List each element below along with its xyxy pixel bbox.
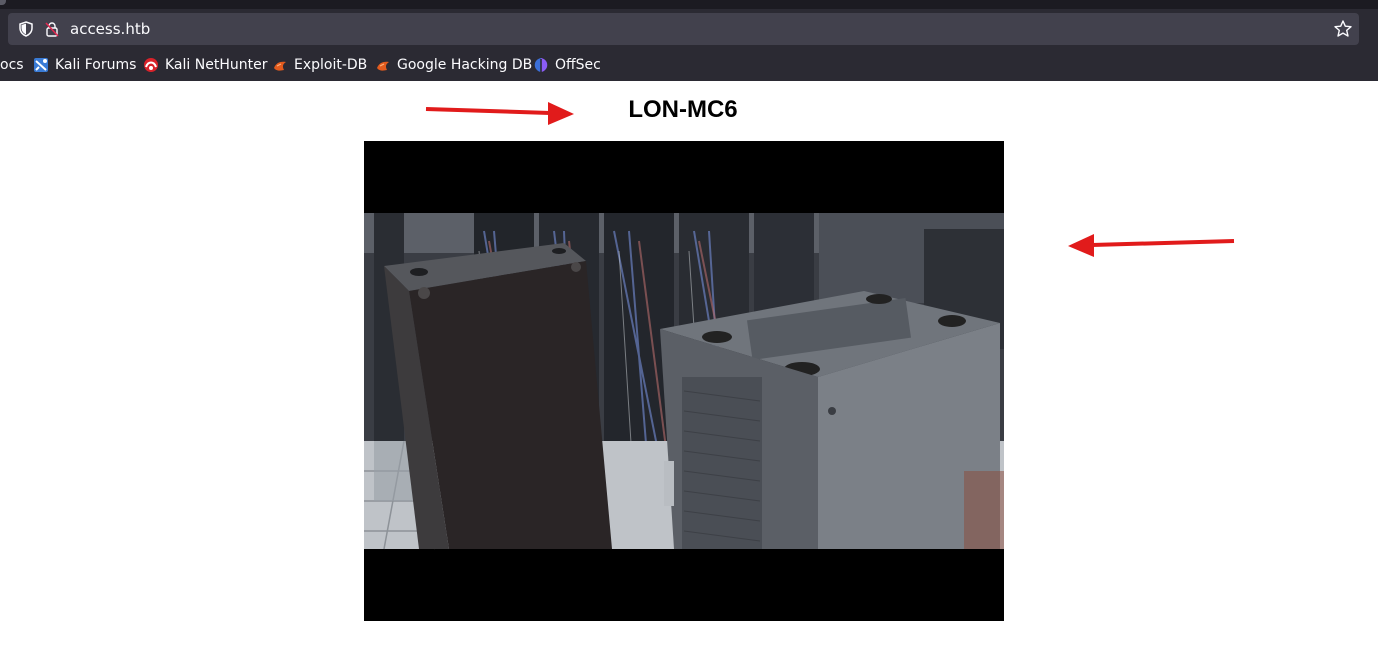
bookmark-kali-forums[interactable]: Kali Forums: [33, 53, 136, 77]
kali-nethunter-icon: [144, 58, 158, 72]
right-server-cabinet: [660, 291, 1004, 549]
bookmark-offsec[interactable]: OffSec: [533, 53, 601, 77]
bookmark-star-icon[interactable]: [1333, 19, 1353, 39]
exploit-db-icon: [274, 61, 286, 71]
server-room-scene: [364, 141, 1004, 621]
tab-edge[interactable]: [0, 0, 6, 5]
browser-toolbar: access.htb ocs Kali Forums Kali NetHunte…: [0, 9, 1378, 82]
address-bar[interactable]: access.htb: [8, 13, 1359, 45]
bookmark-label: Exploit-DB: [294, 57, 368, 73]
bookmark-google-hacking-db[interactable]: Google Hacking DB: [375, 53, 532, 77]
offsec-icon: [534, 58, 548, 72]
bookmark-label: Kali Forums: [55, 57, 137, 73]
google-hacking-db-icon: [377, 61, 389, 71]
left-server-cabinet: [384, 243, 612, 549]
tracking-protection-shield-icon[interactable]: [18, 21, 34, 37]
url-text[interactable]: access.htb: [70, 13, 150, 45]
bookmark-kali-nethunter[interactable]: Kali NetHunter: [143, 53, 267, 77]
bookmark-exploit-db[interactable]: Exploit-DB: [272, 53, 367, 77]
bookmark-label: Google Hacking DB: [397, 57, 533, 73]
camera-feed-image: [364, 141, 1004, 621]
browser-tab-strip: [0, 0, 1378, 9]
bookmark-label: OffSec: [555, 57, 601, 73]
red-arrow-left-annotation: [1068, 234, 1235, 257]
bookmark-docs[interactable]: ocs: [0, 53, 24, 77]
bookmark-label: ocs: [0, 57, 24, 73]
kali-forums-icon: [34, 58, 48, 72]
bookmark-label: Kali NetHunter: [165, 57, 268, 73]
page-content: LON-MC6: [0, 81, 1378, 651]
bookmarks-toolbar: ocs Kali Forums Kali NetHunter Exploit-D…: [0, 53, 1378, 77]
insecure-lock-icon[interactable]: [44, 21, 60, 37]
camera-title: LON-MC6: [628, 96, 738, 123]
